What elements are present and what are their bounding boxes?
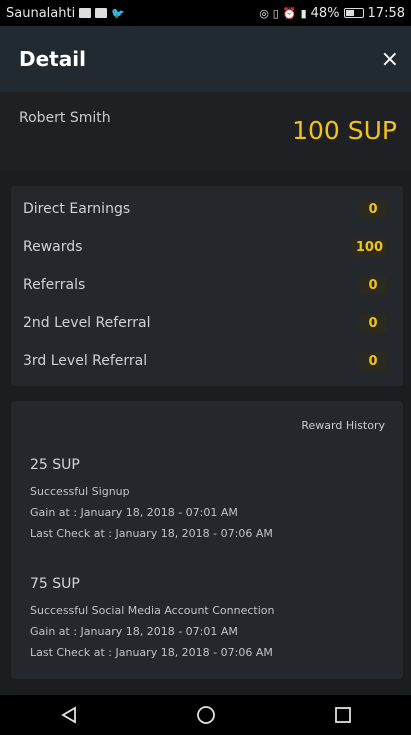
earnings-card: Direct Earnings 0 Rewards 100 Referrals …: [11, 186, 403, 386]
earnings-value: 0: [359, 275, 387, 295]
entry-amount: 25 SUP: [30, 457, 80, 473]
earnings-row-direct: Direct Earnings 0: [23, 190, 387, 228]
earnings-row-3rd-level: 3rd Level Referral 0: [23, 342, 387, 380]
earnings-row-2nd-level: 2nd Level Referral 0: [23, 304, 387, 342]
earnings-value: 0: [359, 351, 387, 371]
home-icon: [196, 706, 215, 724]
message-icon: [95, 8, 108, 18]
earnings-value: 0: [359, 199, 387, 219]
entry-description: Successful Social Media Account Connecti…: [30, 604, 275, 617]
earnings-label: Rewards: [23, 239, 83, 255]
reward-history-card: Reward History 25 SUP Successful Signup …: [11, 401, 403, 679]
vibrate-icon: ▯: [272, 6, 279, 20]
close-icon[interactable]: ×: [381, 47, 399, 72]
status-bar-right: ◎ ▯ ⏰ ▮ 48% 17:58: [259, 6, 405, 21]
history-entry: 75 SUP Successful Social Media Account C…: [30, 576, 274, 663]
photo-icon: [79, 8, 92, 18]
earnings-label: Referrals: [23, 277, 86, 293]
earnings-label: Direct Earnings: [23, 201, 131, 217]
reward-history-link[interactable]: Reward History: [301, 419, 385, 432]
clock: 17:58: [367, 5, 405, 21]
page-title: Detail: [19, 47, 86, 71]
recents-icon: [334, 707, 351, 723]
carrier-name: Saunalahti: [6, 5, 76, 21]
battery-percent: 48%: [310, 5, 340, 21]
entry-gain-time: Gain at : January 18, 2018 - 07:01 AM: [30, 506, 238, 519]
earnings-row-rewards: Rewards 100: [23, 228, 387, 266]
earnings-value: 100: [351, 237, 387, 257]
entry-description: Successful Signup: [30, 485, 130, 498]
earnings-label: 3rd Level Referral: [23, 353, 148, 369]
earnings-row-referrals: Referrals 0: [23, 266, 387, 304]
total-balance: 100 SUP: [292, 116, 397, 145]
recents-button[interactable]: [323, 700, 363, 730]
signal-icon: ▮: [300, 6, 307, 20]
status-bar-left: Saunalahti 🐦: [6, 6, 125, 21]
back-icon: [60, 706, 76, 724]
earnings-value: 0: [359, 313, 387, 333]
nfc-icon: ◎: [259, 6, 269, 20]
android-nav-bar: [0, 695, 411, 735]
user-name: Robert Smith: [19, 110, 111, 126]
battery-icon: [343, 8, 364, 18]
history-entry: 25 SUP Successful Signup Gain at : Janua…: [30, 457, 273, 544]
home-button[interactable]: [186, 700, 226, 730]
entry-last-check: Last Check at : January 18, 2018 - 07:06…: [30, 527, 273, 540]
back-button[interactable]: [49, 700, 89, 730]
earnings-label: 2nd Level Referral: [23, 315, 151, 331]
summary-section: Robert Smith 100 SUP: [0, 92, 411, 170]
alarm-icon: ⏰: [282, 6, 297, 20]
entry-amount: 75 SUP: [30, 576, 80, 592]
entry-gain-time: Gain at : January 18, 2018 - 07:01 AM: [30, 625, 238, 638]
app-header: Detail ×: [0, 26, 411, 92]
twitter-icon: 🐦: [111, 6, 125, 20]
status-bar: Saunalahti 🐦 ◎ ▯ ⏰ ▮ 48% 17:58: [0, 0, 411, 26]
entry-last-check: Last Check at : January 18, 2018 - 07:06…: [30, 646, 273, 659]
